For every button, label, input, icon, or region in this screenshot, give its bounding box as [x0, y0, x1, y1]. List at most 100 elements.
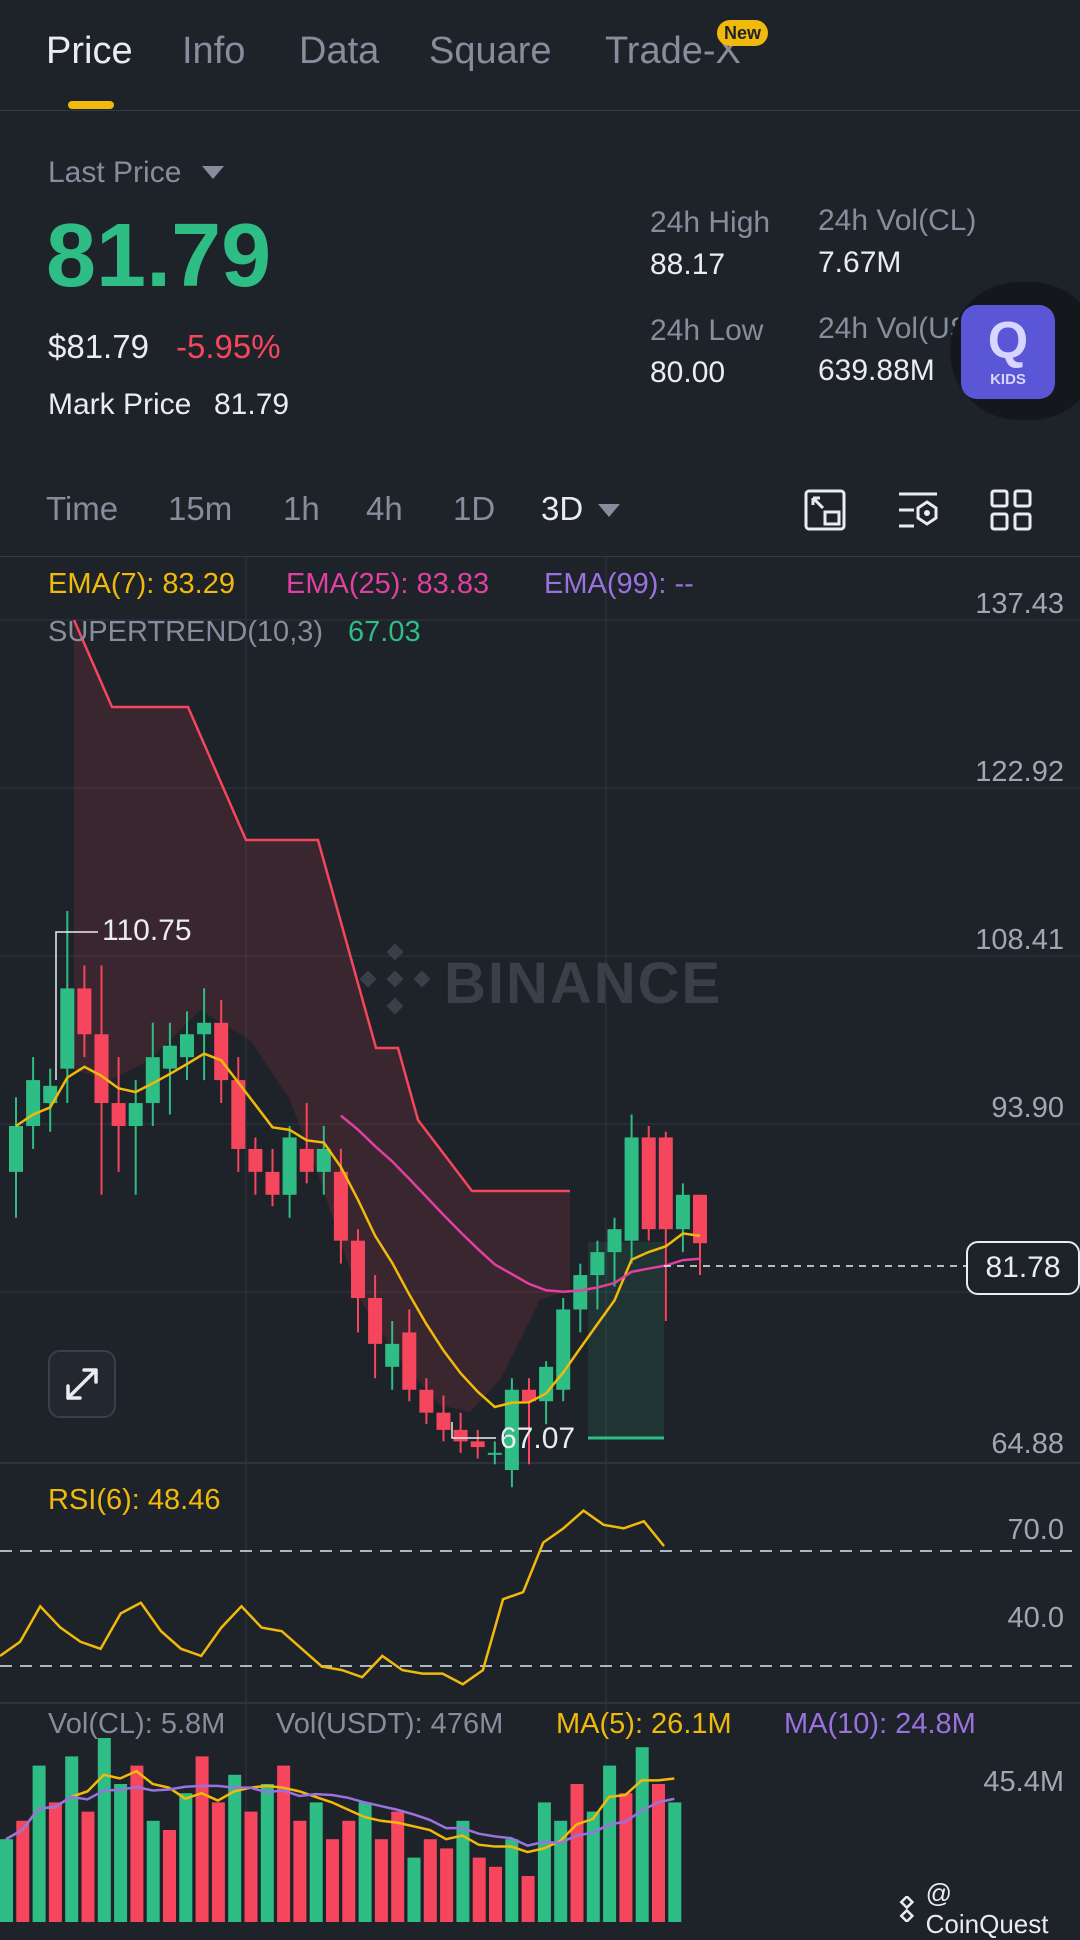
- price-axis-label: 64.88: [991, 1428, 1064, 1460]
- rsi-line: [0, 1509, 665, 1686]
- candle-body: [351, 1240, 365, 1299]
- candle-body: [9, 1125, 23, 1172]
- volume-bar: [309, 1802, 323, 1922]
- candle-body: [60, 988, 75, 1069]
- volume-bar: [32, 1765, 46, 1922]
- ma10-legend: MA(10): 24.8M: [784, 1708, 976, 1740]
- volume-bar: [326, 1839, 339, 1922]
- volume-bar: [521, 1876, 535, 1922]
- volume-bar: [505, 1839, 519, 1922]
- volume-bar: [65, 1756, 79, 1922]
- volume-bar: [391, 1811, 405, 1922]
- vol-cl-label: 24h Vol(CL): [818, 204, 977, 237]
- layout-icon[interactable]: [803, 488, 847, 532]
- price-axis-label: 137.43: [975, 588, 1064, 620]
- ema7-legend: EMA(7): 83.29: [48, 568, 235, 600]
- candle-body: [641, 1137, 656, 1230]
- chevron-down-icon[interactable]: [598, 504, 620, 517]
- candle-body: [385, 1343, 400, 1367]
- binance-small-icon: [899, 1896, 915, 1922]
- mark-price-value: 81.79: [214, 388, 290, 421]
- supertrend-value: 67.03: [348, 616, 421, 648]
- volume-bar: [374, 1839, 388, 1922]
- volume-bar: [358, 1802, 372, 1922]
- tab-info[interactable]: Info: [182, 30, 245, 73]
- caret-down-icon[interactable]: [202, 166, 224, 179]
- candle-body: [299, 1148, 314, 1172]
- volume-bar: [489, 1866, 502, 1922]
- ema99-legend: EMA(99): --: [544, 568, 694, 600]
- price-change-percent: -5.95%: [176, 328, 281, 365]
- high-label: 24h High: [650, 206, 771, 239]
- tab-square[interactable]: Square: [429, 30, 552, 73]
- tab-data[interactable]: Data: [299, 30, 379, 73]
- current-price-tag: 81.78: [966, 1241, 1080, 1295]
- interval-15m[interactable]: 15m: [168, 490, 232, 528]
- last-price-value: 81.79: [46, 206, 272, 306]
- volume-bar: [293, 1820, 307, 1922]
- candle-body: [402, 1332, 417, 1390]
- high-value: 88.17: [650, 248, 726, 281]
- volume-bar: [586, 1811, 600, 1922]
- volume-bar: [472, 1857, 486, 1922]
- expand-chart-button[interactable]: [48, 1350, 116, 1418]
- volume-bar: [570, 1784, 584, 1922]
- volume-axis-label: 45.4M: [983, 1766, 1064, 1798]
- low-value: 80.00: [650, 356, 726, 389]
- interval-3d[interactable]: 3D: [541, 490, 583, 528]
- vol-usdt-legend: Vol(USDT): 476M: [276, 1708, 504, 1740]
- interval-4h[interactable]: 4h: [366, 490, 403, 528]
- volume-bar: [619, 1793, 633, 1922]
- interval-1h[interactable]: 1h: [283, 490, 320, 528]
- candle-body: [368, 1298, 383, 1344]
- volume-bar: [260, 1784, 274, 1922]
- binance-logo-icon: [360, 944, 430, 1014]
- vol-usdt-value: 639.88M: [818, 354, 935, 387]
- interval-1d[interactable]: 1D: [453, 490, 495, 528]
- new-badge: New: [717, 20, 769, 46]
- candle-body: [111, 1103, 126, 1126]
- volume-bar: [440, 1848, 454, 1922]
- volume-bar: [423, 1839, 437, 1922]
- price-axis-label: 93.90: [991, 1092, 1064, 1124]
- last-price-selector[interactable]: Last Price: [48, 156, 181, 190]
- volume-bar: [537, 1802, 551, 1922]
- kids-floating-button[interactable]: Q KIDS: [961, 305, 1055, 399]
- candle-body: [333, 1171, 348, 1241]
- vol-cl-value: 7.67M: [818, 246, 902, 279]
- candle-body: [77, 988, 92, 1035]
- rsi-axis-lower: 40.0: [1007, 1602, 1064, 1634]
- interval-time[interactable]: Time: [46, 490, 118, 528]
- vol-cl-legend: Vol(CL): 5.8M: [48, 1708, 226, 1740]
- candle-body: [419, 1389, 434, 1413]
- ma5-legend: MA(5): 26.1M: [556, 1708, 732, 1740]
- candle-body: [282, 1137, 297, 1195]
- rsi-legend: RSI(6): 48.46: [48, 1484, 221, 1516]
- volume-bar: [407, 1857, 421, 1922]
- volume-bar: [635, 1747, 649, 1922]
- usd-price: $81.79: [48, 328, 149, 365]
- volume-bar: [342, 1820, 356, 1922]
- tab-price[interactable]: Price: [46, 30, 133, 73]
- kids-label: KIDS: [990, 371, 1026, 388]
- candle-body: [94, 1034, 109, 1104]
- low-marker-label: 67.07: [500, 1422, 576, 1455]
- tab-bar: Price Info Data Square Trade-X New: [0, 0, 1080, 111]
- grid-icon[interactable]: [989, 488, 1033, 532]
- candle-body: [214, 1022, 229, 1081]
- candle-body: [162, 1045, 177, 1069]
- volume-bar: [146, 1820, 160, 1922]
- candle-body: [470, 1441, 485, 1448]
- candle-body: [658, 1137, 673, 1230]
- volume-bar: [211, 1802, 225, 1922]
- candle-body: [128, 1103, 143, 1126]
- mark-price-label: Mark Price: [48, 388, 192, 421]
- volume-bar: [195, 1756, 209, 1922]
- volume-bar: [81, 1811, 95, 1922]
- candle-body: [265, 1171, 280, 1195]
- kids-q-icon: Q: [987, 312, 1029, 370]
- indicator-settings-icon[interactable]: [896, 488, 940, 532]
- credit-text: @ CoinQuest: [925, 1878, 1049, 1939]
- expand-icon: [66, 1368, 98, 1400]
- volume-bar: [244, 1811, 258, 1922]
